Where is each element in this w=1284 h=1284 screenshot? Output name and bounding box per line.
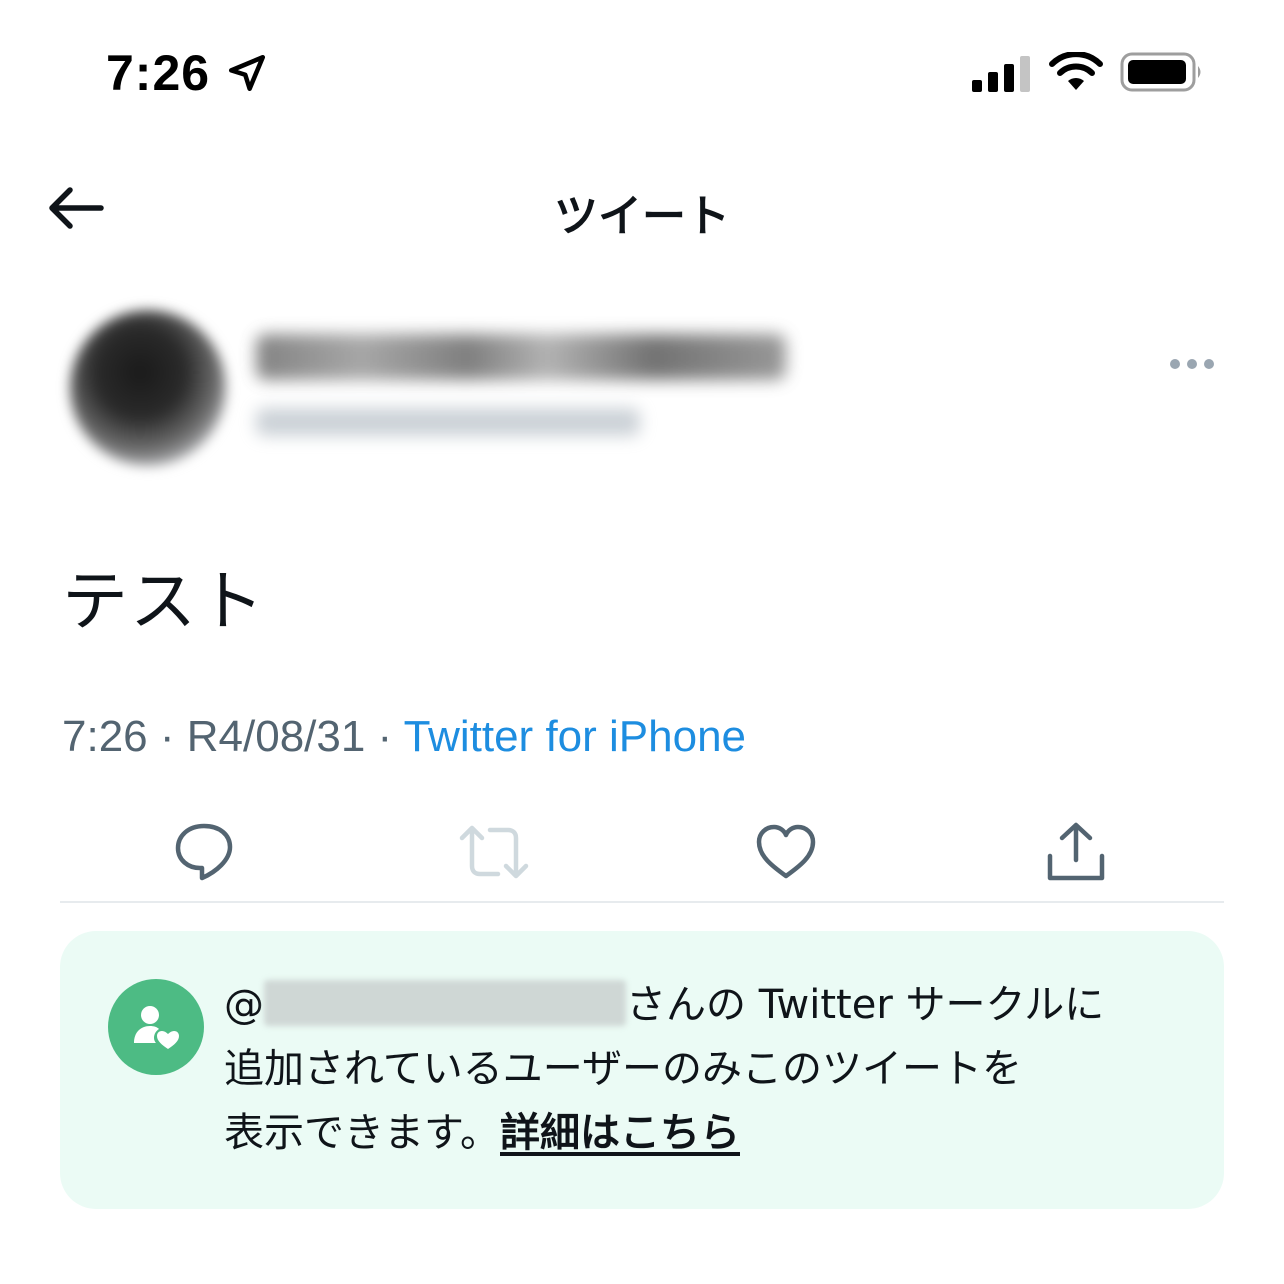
page-title: ツイート [554,191,730,242]
tweet-date: R4/08/31 [186,712,366,761]
notice-text-3: 表示できます。 [224,1110,500,1156]
circle-badge [108,979,204,1075]
notice-text-2: 追加されているユーザーのみこのツイートを [224,1046,1022,1092]
notice-at: @ [224,982,264,1028]
nav-bar: ツイート [0,160,1284,256]
more-icon [1170,359,1180,369]
tweet-author [60,300,1224,480]
circle-notice: @ さんの Twitter サークルに追加されているユーザーのみこのツイートを 表示… [60,931,1224,1209]
tweet-source-link[interactable]: Twitter for iPhone [404,712,746,761]
status-bar: 7:26 [0,0,1284,140]
meta-separator: · [365,712,404,761]
author-name-redacted[interactable] [256,334,786,380]
author-handle-redacted [256,408,640,436]
divider [60,901,1224,903]
avatar[interactable] [70,310,226,466]
status-time: 7:26 [106,45,211,101]
retweet-icon [459,825,529,879]
learn-more-link[interactable]: 詳細はこちら [500,1110,740,1156]
battery-icon [1120,52,1201,92]
more-button[interactable] [1164,346,1220,382]
meta-separator: · [147,712,187,761]
signal-icon [972,56,1030,92]
more-icon-dot [1187,359,1197,369]
circle-notice-text: @ さんの Twitter サークルに追加されているユーザーのみこのツイートを 表示… [224,973,1184,1165]
reply-icon [175,823,233,881]
circle-icon [134,1006,179,1049]
like-button[interactable] [750,816,822,888]
tweet-time: 7:26 [62,712,148,761]
reply-button[interactable] [168,816,240,888]
wifi-icon [1049,52,1103,90]
tweet-text: テスト [62,563,266,640]
more-icon-dot [1204,359,1214,369]
share-icon [1047,822,1105,881]
redacted-handle [264,980,626,1026]
tweet-actions [60,808,1224,900]
share-button[interactable] [1040,816,1112,888]
location-arrow-icon [228,54,266,92]
retweet-button[interactable] [458,816,530,888]
notice-text-1: さんの Twitter サークルに [626,982,1105,1028]
tweet-meta: 7:26 · R4/08/31 · Twitter for iPhone [62,712,746,762]
like-icon [756,824,816,879]
